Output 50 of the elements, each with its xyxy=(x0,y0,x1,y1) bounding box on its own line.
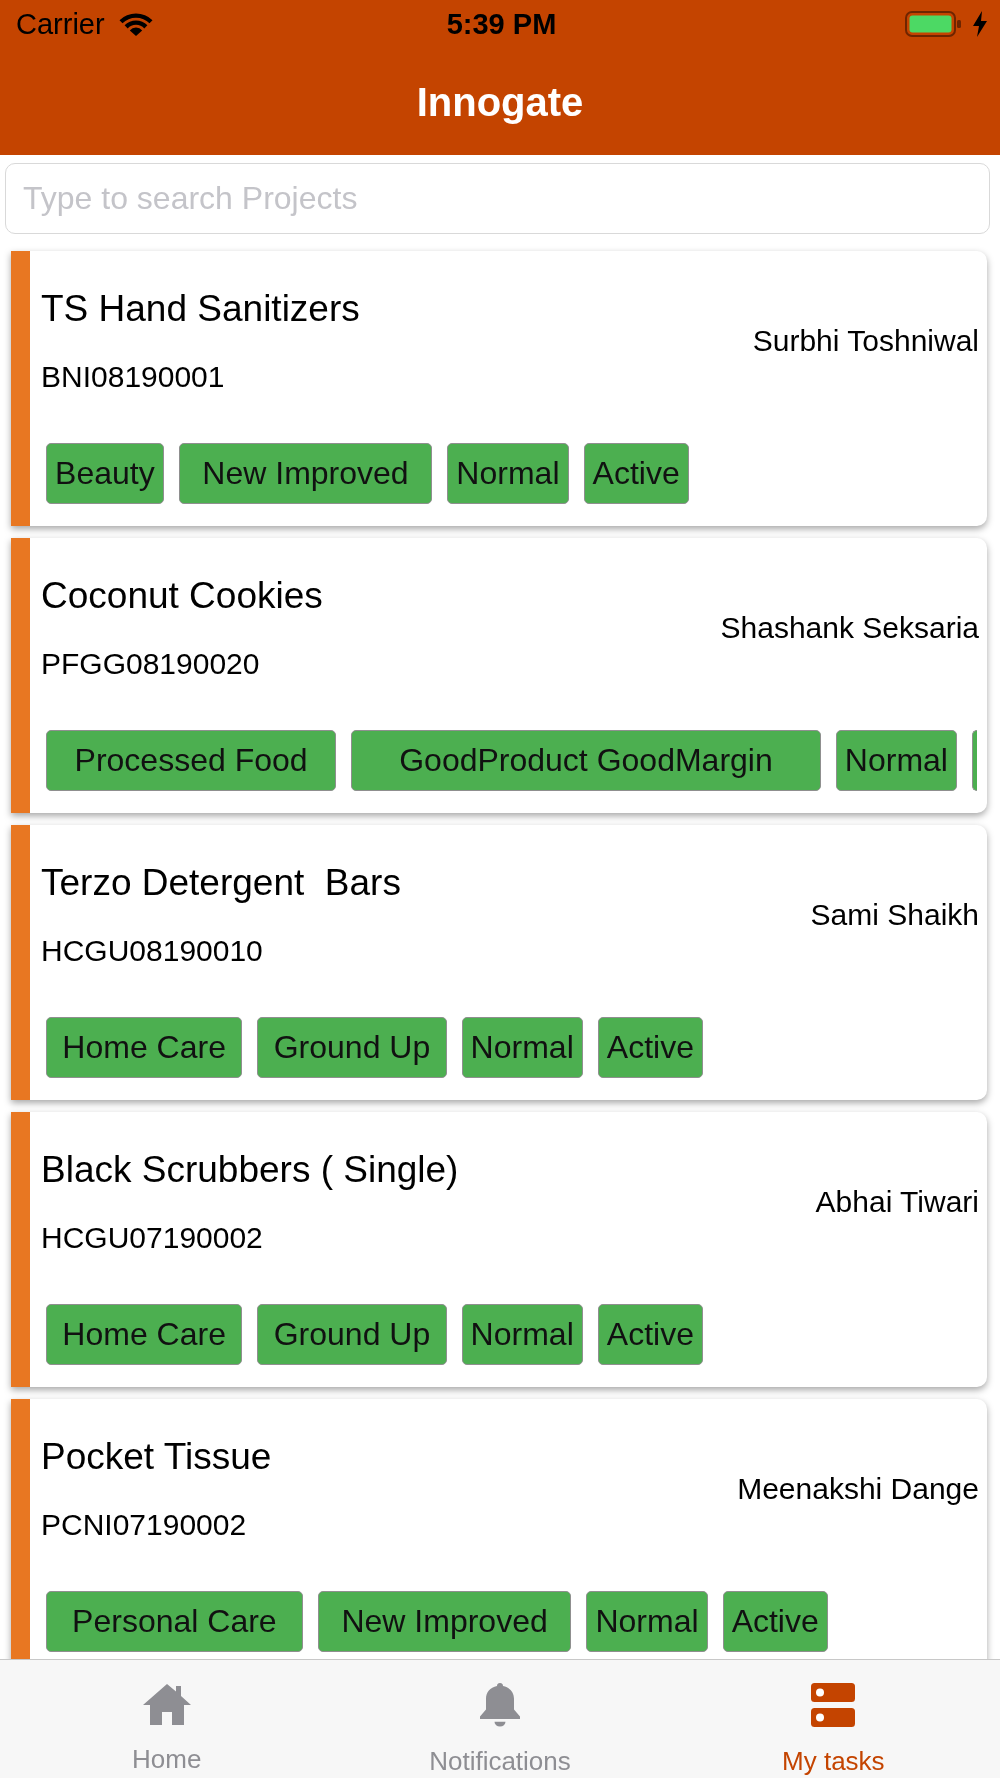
list-icon xyxy=(811,1683,856,1727)
project-card[interactable]: Pocket Tissue PCNI07190002 Meenakshi Dange Personal Care New Improved Normal Active xyxy=(11,1399,987,1659)
project-tag: Home Care xyxy=(46,1017,243,1078)
app-title: Innogate xyxy=(416,78,584,126)
home-icon xyxy=(142,1683,191,1725)
project-tag: GoodProduct GoodMargin xyxy=(351,730,821,791)
search-field[interactable]: Type to search Projects xyxy=(5,163,990,234)
project-tag: Normal xyxy=(447,443,569,504)
project-tag: Active xyxy=(597,1304,703,1365)
wifi-icon xyxy=(118,12,153,36)
project-tag: New Improved xyxy=(178,443,433,504)
project-owner: Shashank Seksaria xyxy=(720,610,979,646)
project-owner: Sami Shaikh xyxy=(810,897,979,933)
project-tag: New Improved xyxy=(317,1591,572,1652)
project-card[interactable]: Black Scrubbers ( Single) HCGU07190002 Abhai Tiwari Home Care Ground Up Normal Active xyxy=(11,1112,987,1387)
project-tag: Normal xyxy=(461,1017,583,1078)
project-tag: Ground Up xyxy=(257,1017,447,1078)
project-card[interactable]: Coconut Cookies PFGG08190020 Shashank Seksaria Processed Food GoodProduct GoodMargin Normal xyxy=(11,538,987,813)
project-tag: Personal Care xyxy=(46,1591,303,1652)
project-tag: Active xyxy=(722,1591,828,1652)
project-title: Terzo Detergent Bars xyxy=(41,861,402,905)
project-tag: Normal xyxy=(835,730,957,791)
project-tag: Beauty xyxy=(46,443,164,504)
clock-time: 5:39 PM xyxy=(446,7,557,41)
project-owner: Surbhi Toshniwal xyxy=(752,323,979,359)
project-title: Pocket Tissue xyxy=(41,1435,273,1479)
project-card[interactable]: TS Hand Sanitizers BNI08190001 Surbhi Toshniwal Beauty New Improved Normal Active xyxy=(11,251,987,526)
tasks-tab[interactable]: My tasks xyxy=(666,1660,1000,1778)
project-tag: Normal xyxy=(586,1591,708,1652)
project-owner: Abhai Tiwari xyxy=(815,1184,979,1220)
battery-icon xyxy=(905,11,961,37)
bell-icon xyxy=(478,1683,522,1727)
project-code: HCGU07190002 xyxy=(41,1220,264,1256)
project-code: PFGG08190020 xyxy=(41,646,261,682)
project-tag: Ground Up xyxy=(257,1304,447,1365)
project-title: Black Scrubbers ( Single) xyxy=(41,1148,460,1192)
project-tag: Processed Food xyxy=(46,730,337,791)
project-tag: Normal xyxy=(461,1304,583,1365)
project-card[interactable]: Terzo Detergent Bars HCGU08190010 Sami Shaikh Home Care Ground Up Normal Active xyxy=(11,825,987,1100)
project-code: BNI08190001 xyxy=(41,359,226,395)
carrier-name: Carrier xyxy=(16,7,105,41)
project-tag: Active xyxy=(583,443,689,504)
project-owner: Meenakshi Dange xyxy=(737,1471,979,1507)
project-tag: Active xyxy=(597,1017,703,1078)
charging-bolt-icon xyxy=(973,11,987,37)
project-title: TS Hand Sanitizers xyxy=(41,287,361,331)
project-tag: Home Care xyxy=(46,1304,243,1365)
project-title: Coconut Cookies xyxy=(41,574,324,618)
project-code: PCNI07190002 xyxy=(41,1507,248,1543)
project-code: HCGU08190010 xyxy=(41,933,264,969)
